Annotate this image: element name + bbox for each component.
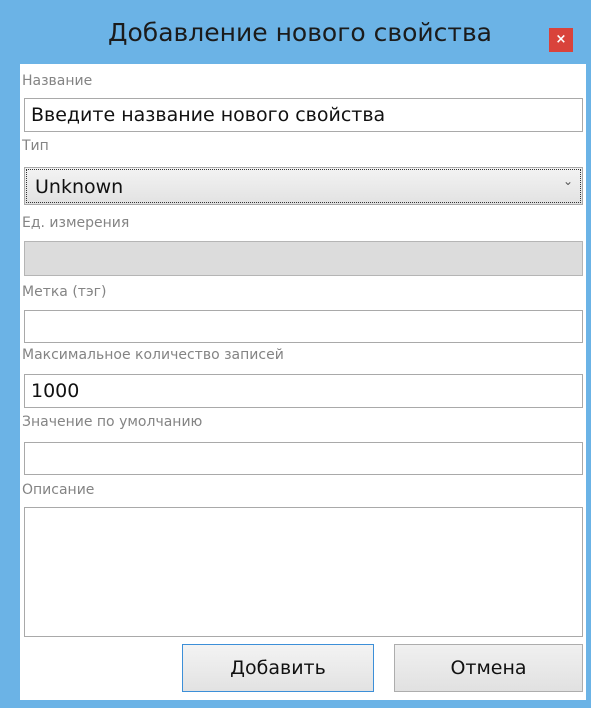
unit-label: Ед. измерения	[22, 215, 130, 231]
dialog-window: Добавление нового свойства × Название Ти…	[0, 0, 591, 708]
add-button[interactable]: Добавить	[182, 644, 374, 692]
tag-input[interactable]	[24, 310, 583, 343]
cancel-button[interactable]: Отмена	[394, 644, 583, 692]
name-input[interactable]	[24, 98, 583, 132]
description-textarea[interactable]	[24, 507, 583, 637]
max-records-label: Максимальное количество записей	[22, 347, 284, 363]
dialog-title: Добавление нового свойства	[107, 18, 492, 47]
unit-input	[24, 241, 583, 276]
max-records-input[interactable]	[24, 374, 583, 408]
title-bar[interactable]: Добавление нового свойства ×	[0, 0, 591, 64]
type-select[interactable]: Unknown ⌄	[24, 167, 583, 205]
close-icon: ×	[555, 32, 567, 47]
close-button[interactable]: ×	[549, 28, 573, 52]
description-label: Описание	[22, 482, 95, 498]
chevron-down-icon[interactable]: ⌄	[563, 174, 573, 188]
default-value-input[interactable]	[24, 442, 583, 475]
default-value-label: Значение по умолчанию	[22, 414, 203, 430]
type-label: Тип	[22, 138, 49, 154]
form-panel: Название Тип Unknown ⌄ Ед. измерения Мет…	[20, 64, 586, 700]
type-select-value: Unknown	[35, 176, 124, 198]
tag-label: Метка (тэг)	[22, 284, 107, 300]
name-label: Название	[22, 73, 93, 89]
